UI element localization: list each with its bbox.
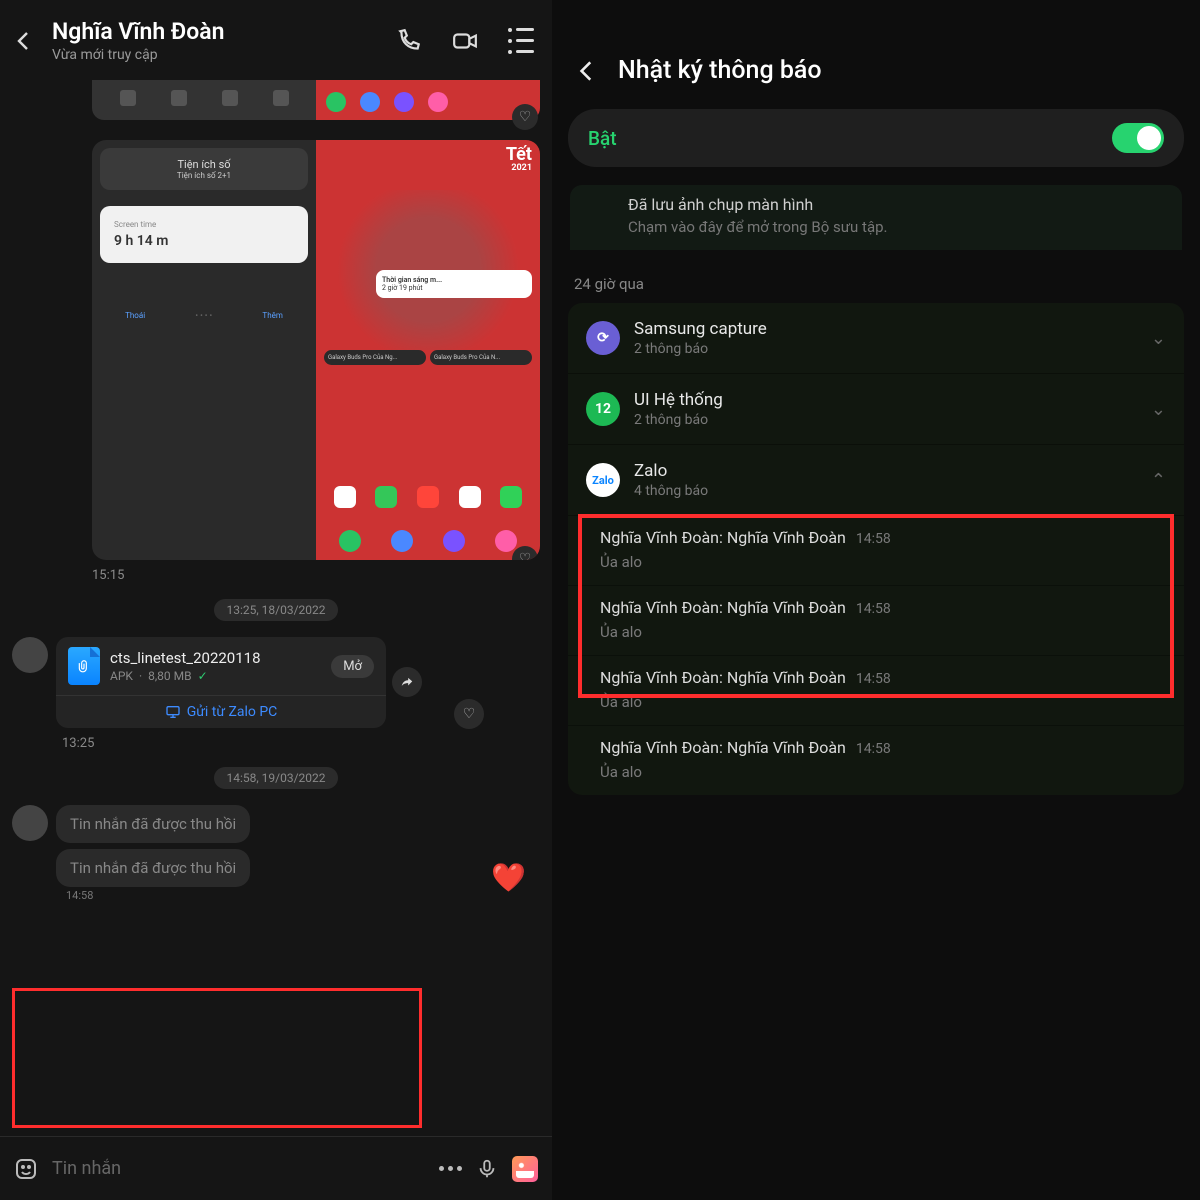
right-header: Nhật ký thông báo	[552, 0, 1200, 103]
app-icon: 12	[586, 392, 620, 426]
back-icon[interactable]	[12, 29, 36, 53]
forward-icon[interactable]	[392, 667, 422, 697]
video-call-icon[interactable]	[452, 28, 478, 54]
image-message-2[interactable]: Tiện ích số Tiện ích số 2+1 Screen time …	[92, 140, 540, 560]
sticker-icon[interactable]	[14, 1157, 38, 1181]
message-time: 15:15	[92, 568, 540, 583]
page-title: Nhật ký thông báo	[618, 56, 822, 85]
date-separator: 13:25, 18/03/2022	[214, 599, 337, 621]
section-label: 24 giờ qua	[574, 275, 1178, 293]
date-separator: 14:58, 19/03/2022	[214, 767, 337, 789]
highlight-box	[12, 988, 422, 1128]
message-time: 13:25	[62, 736, 540, 751]
voice-call-icon[interactable]	[396, 28, 422, 54]
file-icon	[68, 647, 100, 685]
react-heart-icon[interactable]: ♡	[512, 104, 538, 130]
notification-item-truncated[interactable]: Đã lưu ảnh chụp màn hình Chạm vào đây để…	[570, 185, 1182, 251]
chat-header: Nghĩa Vĩnh Đoàn Vừa mới truy cập	[0, 0, 552, 75]
sent-from-label: Gửi từ Zalo PC	[56, 695, 386, 728]
group-zalo[interactable]: Zalo Zalo 4 thông báo ⌃	[568, 445, 1184, 516]
recalled-message: Tin nhắn đã được thu hồi	[12, 805, 540, 843]
back-icon[interactable]	[574, 58, 600, 84]
microphone-icon[interactable]	[476, 1158, 498, 1180]
group-system-ui[interactable]: 12 UI Hệ thống 2 thông báo ⌄	[568, 374, 1184, 445]
file-bubble[interactable]: cts_linetest_20220118 APK · 8,80 MB ✓ Mở…	[56, 637, 386, 728]
toggle-label: Bật	[588, 127, 617, 150]
react-heart-icon[interactable]: ♡	[454, 699, 484, 729]
image-message-1[interactable]: ♡	[92, 80, 540, 120]
heart-reaction-icon[interactable]: ❤️	[491, 861, 526, 894]
app-icon: Zalo	[586, 463, 620, 497]
chat-title[interactable]: Nghĩa Vĩnh Đoàn	[52, 18, 380, 45]
check-icon: ✓	[198, 669, 208, 683]
avatar[interactable]	[12, 637, 48, 673]
chat-scroll-area[interactable]: ♡ Tiện ích số Tiện ích số 2+1 Screen tim…	[0, 80, 552, 1130]
app-icon: ⟳	[586, 321, 620, 355]
notification-group-list: ⟳ Samsung capture 2 thông báo ⌄ 12 UI Hệ…	[568, 303, 1184, 795]
notification-item[interactable]: Nghĩa Vĩnh Đoàn: Nghĩa Vĩnh Đoàn14:58 Ủa…	[568, 586, 1184, 656]
widget-sub: Tiện ích số 2+1	[110, 171, 298, 180]
widget-title: Tiện ích số	[110, 158, 298, 171]
notification-item[interactable]: Nghĩa Vĩnh Đoàn: Nghĩa Vĩnh Đoàn14:58 Ủa…	[568, 516, 1184, 586]
chat-subtitle: Vừa mới truy cập	[52, 47, 380, 63]
notification-log-screen: Nhật ký thông báo Bật Đã lưu ảnh chụp mà…	[552, 0, 1200, 1200]
enable-toggle-row[interactable]: Bật	[568, 109, 1184, 167]
gallery-icon[interactable]	[512, 1156, 538, 1182]
chevron-up-icon: ⌃	[1151, 470, 1166, 491]
screen-time-label: Screen time	[114, 220, 294, 229]
notification-item[interactable]: Nghĩa Vĩnh Đoàn: Nghĩa Vĩnh Đoàn14:58 Ủa…	[568, 726, 1184, 795]
zalo-chat-screen: Nghĩa Vĩnh Đoàn Vừa mới truy cập	[0, 0, 552, 1200]
notification-item[interactable]: Nghĩa Vĩnh Đoàn: Nghĩa Vĩnh Đoàn14:58 Ủa…	[568, 656, 1184, 726]
avatar[interactable]	[12, 805, 48, 841]
file-message: cts_linetest_20220118 APK · 8,80 MB ✓ Mở…	[12, 637, 540, 728]
menu-list-icon[interactable]	[508, 28, 534, 54]
chevron-down-icon: ⌄	[1151, 399, 1166, 420]
file-name: cts_linetest_20220118	[110, 649, 321, 667]
screen-time-value: 9 h 14 m	[114, 233, 294, 249]
group-samsung-capture[interactable]: ⟳ Samsung capture 2 thông báo ⌄	[568, 303, 1184, 374]
message-time: 14:58	[66, 889, 540, 902]
message-composer	[0, 1136, 552, 1200]
open-button[interactable]: Mở	[331, 655, 374, 678]
toggle-switch-on[interactable]	[1112, 123, 1164, 153]
chevron-down-icon: ⌄	[1151, 328, 1166, 349]
message-input[interactable]	[52, 1158, 425, 1179]
more-icon[interactable]	[439, 1166, 462, 1171]
